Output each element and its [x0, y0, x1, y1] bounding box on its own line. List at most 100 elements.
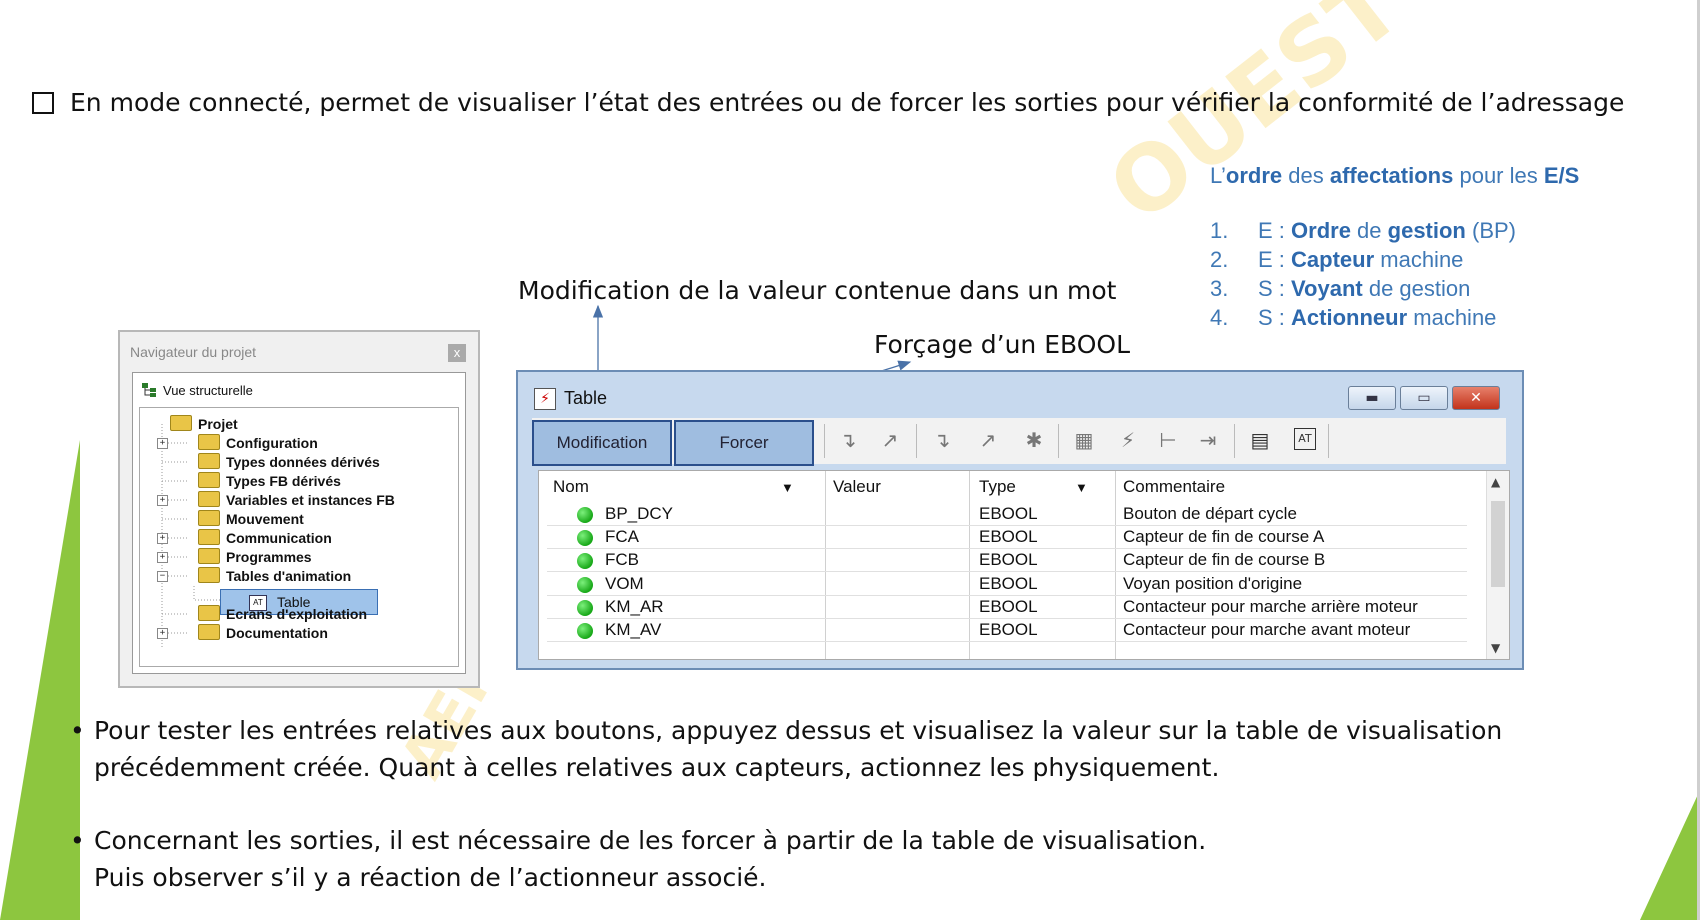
column-divider: [969, 471, 970, 659]
scroll-up-icon[interactable]: ▲: [1491, 475, 1500, 489]
cell-type: EBOOL: [979, 620, 1038, 639]
cell-nom[interactable]: KM_AR: [605, 597, 664, 617]
folder-icon: [198, 529, 220, 546]
bullet-item: • Concernant les sorties, il est nécessa…: [70, 822, 1206, 896]
tree-item-documentation[interactable]: Documentation: [198, 623, 328, 643]
bullet-line: Puis observer s’il y a réaction de l’act…: [94, 863, 767, 892]
force-1-icon[interactable]: ↗: [976, 428, 1000, 452]
cell-nom[interactable]: FCA: [605, 527, 639, 547]
edit-icon[interactable]: ▤: [1248, 428, 1272, 452]
table-window: ⚡ Table ▬ ▭ ✕ Modification Forcer ↴ ↗ ↴ …: [516, 370, 1524, 670]
folder-icon: [198, 472, 220, 489]
column-divider: [1115, 471, 1116, 659]
toolbar-separator: [824, 424, 825, 458]
row-divider: [547, 618, 1467, 619]
tree-item-variables[interactable]: Variables et instances FB: [198, 490, 395, 510]
expand-icon[interactable]: +: [157, 438, 168, 449]
status-dot-icon: [577, 600, 593, 616]
animation-table-icon[interactable]: AT: [1294, 428, 1316, 450]
column-header-commentaire[interactable]: Commentaire: [1123, 477, 1225, 497]
status-dot-icon: [577, 530, 593, 546]
cell-nom[interactable]: VOM: [605, 574, 644, 594]
row-divider: [547, 641, 1467, 642]
expand-icon[interactable]: +: [157, 628, 168, 639]
project-navigator: Navigateur du projet x Vue structurelle …: [118, 330, 480, 688]
column-header-nom[interactable]: Nom: [553, 477, 589, 497]
bullet-dot: •: [70, 826, 85, 855]
tree-item-mouvement[interactable]: Mouvement: [198, 509, 304, 529]
tree-item-projet[interactable]: Projet: [170, 414, 238, 434]
force-0-icon[interactable]: ↴: [930, 428, 954, 452]
toolbar-separator: [1234, 424, 1235, 458]
tree-item-types-fb[interactable]: Types FB dérivés: [198, 471, 341, 491]
expand-icon[interactable]: +: [157, 552, 168, 563]
set-0-icon[interactable]: ↴: [836, 428, 860, 452]
folder-icon: [198, 510, 220, 527]
cell-commentaire: Contacteur pour marche arrière moteur: [1123, 597, 1418, 616]
cell-type: EBOOL: [979, 504, 1038, 523]
bullet-item: • Pour tester les entrées relatives aux …: [70, 712, 1502, 786]
maximize-button[interactable]: ▭: [1400, 386, 1448, 410]
expand-icon[interactable]: +: [157, 495, 168, 506]
tree-item-communication[interactable]: Communication: [198, 528, 332, 548]
collapse-icon[interactable]: −: [157, 571, 168, 582]
cell-nom[interactable]: FCB: [605, 550, 639, 570]
cell-commentaire: Voyan position d'origine: [1123, 574, 1303, 593]
folder-icon: [198, 491, 220, 508]
folder-icon: [198, 453, 220, 470]
vertical-scrollbar[interactable]: ▲ ▼: [1486, 471, 1509, 659]
folder-open-icon: [170, 415, 192, 432]
minimize-button[interactable]: ▬: [1348, 386, 1396, 410]
bullet-line: Pour tester les entrées relatives aux bo…: [94, 716, 1503, 745]
cell-commentaire: Bouton de départ cycle: [1123, 504, 1297, 523]
row-divider: [547, 548, 1467, 549]
expand-icon[interactable]: +: [157, 533, 168, 544]
status-dot-icon: [577, 507, 593, 523]
cell-nom[interactable]: BP_DCY: [605, 504, 673, 524]
cell-commentaire: Contacteur pour marche avant moteur: [1123, 620, 1411, 639]
status-dot-icon: [577, 623, 593, 639]
folder-icon: [198, 605, 220, 622]
close-icon[interactable]: x: [448, 344, 466, 362]
cell-type: EBOOL: [979, 597, 1038, 616]
folder-icon: [198, 548, 220, 565]
unforce-icon[interactable]: ✱: [1022, 428, 1046, 452]
status-dot-icon: [577, 553, 593, 569]
tree-item-programmes[interactable]: Programmes: [198, 547, 312, 567]
cell-type: EBOOL: [979, 574, 1038, 593]
scrollbar-thumb[interactable]: [1491, 501, 1505, 587]
row-divider: [547, 571, 1467, 572]
sort-dropdown-icon[interactable]: ▼: [781, 480, 794, 495]
bracket-icon[interactable]: ⊢: [1156, 428, 1180, 452]
column-header-valeur[interactable]: Valeur: [833, 477, 881, 497]
tree-item-tables-animation[interactable]: Tables d'animation: [198, 566, 351, 586]
tree-item-configuration[interactable]: Configuration: [198, 433, 318, 453]
sort-dropdown-icon[interactable]: ▼: [1075, 480, 1088, 495]
row-divider: [547, 525, 1467, 526]
toolbar-separator: [1058, 424, 1059, 458]
cell-nom[interactable]: KM_AV: [605, 620, 661, 640]
navigator-title: Navigateur du projet: [130, 344, 257, 360]
scroll-down-icon[interactable]: ▼: [1491, 641, 1500, 655]
folder-icon: [198, 434, 220, 451]
modification-button[interactable]: Modification: [532, 420, 672, 466]
variables-grid: Nom ▼ Valeur Type ▼ Commentaire BP_DCY E…: [538, 470, 1510, 660]
navigator-panel: Vue structurelle Projet + Configuration …: [132, 372, 466, 674]
lightning-icon[interactable]: ⚡: [1116, 428, 1140, 452]
close-button[interactable]: ✕: [1452, 386, 1500, 410]
bracket-arrow-icon[interactable]: ⇥: [1196, 428, 1220, 452]
row-divider: [547, 595, 1467, 596]
set-1-icon[interactable]: ↗: [878, 428, 902, 452]
bullet-line: précédemment créée. Quant à celles relat…: [94, 753, 1220, 782]
tree-item-ecrans[interactable]: Ecrans d'exploitation: [198, 604, 367, 624]
tree-item-types-donnees[interactable]: Types données dérivés: [198, 452, 380, 472]
forcer-button[interactable]: Forcer: [674, 420, 814, 466]
documentation-icon: [198, 624, 220, 641]
cell-type: EBOOL: [979, 550, 1038, 569]
structure-view-label: Vue structurelle: [163, 383, 253, 398]
table-window-icon: ⚡: [534, 388, 556, 410]
grid-icon[interactable]: ▦: [1072, 428, 1096, 452]
column-header-type[interactable]: Type: [979, 477, 1016, 497]
project-tree: Projet + Configuration Types données dér…: [139, 407, 459, 667]
toolbar-separator: [916, 424, 917, 458]
